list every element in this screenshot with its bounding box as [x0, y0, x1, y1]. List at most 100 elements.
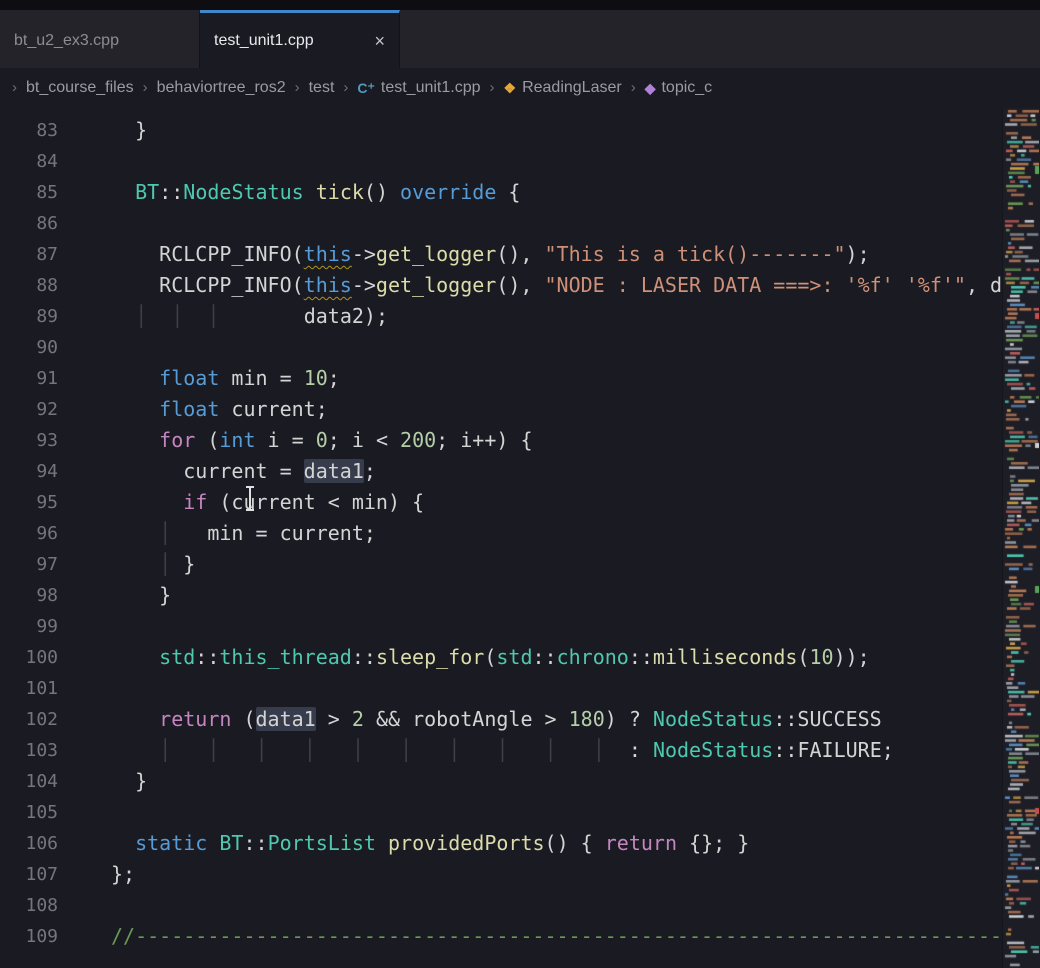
line-number: 101	[0, 673, 58, 704]
code-line-94[interactable]: 94 current = data1;	[0, 456, 1003, 487]
line-number: 87	[0, 239, 58, 270]
code-line-106[interactable]: 106 static BT::PortsList providedPorts()…	[0, 828, 1003, 859]
line-content: if (current < min) {	[111, 487, 424, 518]
chevron-right-icon: ›	[295, 79, 300, 96]
line-number: 92	[0, 394, 58, 425]
cpp-file-icon: C⁺	[357, 80, 375, 97]
code-line-105[interactable]: 105	[0, 797, 1003, 828]
line-number: 83	[0, 115, 58, 146]
code-line-97[interactable]: 97 │ }	[0, 549, 1003, 580]
code-line-87[interactable]: 87 RCLCPP_INFO(this->get_logger(), "This…	[0, 239, 1003, 270]
code-line-98[interactable]: 98 }	[0, 580, 1003, 611]
tab-close-icon[interactable]: ×	[374, 32, 385, 50]
line-content: float current;	[111, 394, 328, 425]
title-bar	[0, 0, 1040, 10]
line-number: 105	[0, 797, 58, 828]
line-content: }	[111, 766, 147, 797]
code-line-86[interactable]: 86	[0, 208, 1003, 239]
code-line-100[interactable]: 100 std::this_thread::sleep_for(std::chr…	[0, 642, 1003, 673]
line-content: float min = 10;	[111, 363, 340, 394]
line-number: 85	[0, 177, 58, 208]
chevron-right-icon: ›	[490, 79, 495, 96]
line-content: return (data1 > 2 && robotAngle > 180) ?…	[111, 704, 882, 735]
code-line-85[interactable]: 85 BT::NodeStatus tick() override {	[0, 177, 1003, 208]
line-content: │ }	[111, 549, 195, 580]
chevron-right-icon: ›	[143, 79, 148, 96]
code-line-99[interactable]: 99	[0, 611, 1003, 642]
line-number: 104	[0, 766, 58, 797]
line-number: 90	[0, 332, 58, 363]
breadcrumb-label: test	[309, 79, 335, 97]
code-line-107[interactable]: 107};	[0, 859, 1003, 890]
code-line-83[interactable]: 83 }	[0, 115, 1003, 146]
line-number: 94	[0, 456, 58, 487]
line-number: 109	[0, 921, 58, 952]
tab-label: bt_u2_ex3.cpp	[14, 32, 119, 50]
line-number: 84	[0, 146, 58, 177]
line-content: │ min = current;	[111, 518, 376, 549]
line-number: 102	[0, 704, 58, 735]
breadcrumb-item-test[interactable]: test	[309, 79, 335, 97]
line-content: }	[111, 580, 171, 611]
breadcrumb-label: test_unit1.cpp	[381, 79, 481, 97]
line-number: 106	[0, 828, 58, 859]
line-content: │ │ │ data2);	[111, 301, 388, 332]
mouse-ibeam-cursor	[249, 488, 251, 509]
line-number: 91	[0, 363, 58, 394]
tab-test_unit1.cpp[interactable]: test_unit1.cpp×	[200, 10, 400, 68]
vscode-window: bt_u2_ex3.cpptest_unit1.cpp× › bt_course…	[0, 0, 1040, 968]
symbol-method-icon: ◆	[645, 80, 656, 97]
code-line-109[interactable]: 109 //-----------------------------------…	[0, 921, 1003, 952]
code-lines[interactable]: 83 }8485 BT::NodeStatus tick() override …	[0, 108, 1003, 968]
line-content: //--------------------------------------…	[111, 921, 1003, 952]
breadcrumb-label: ReadingLaser	[522, 79, 622, 97]
breadcrumb-item-test-unit1-cpp[interactable]: C⁺ test_unit1.cpp	[357, 79, 480, 97]
code-line-102[interactable]: 102 return (data1 > 2 && robotAngle > 18…	[0, 704, 1003, 735]
chevron-right-icon: ›	[12, 79, 17, 96]
line-number: 100	[0, 642, 58, 673]
line-number: 97	[0, 549, 58, 580]
line-number: 99	[0, 611, 58, 642]
tab-bar: bt_u2_ex3.cpp test_unit1.cpp×	[0, 10, 1040, 68]
code-line-101[interactable]: 101	[0, 673, 1003, 704]
code-line-91[interactable]: 91 float min = 10;	[0, 363, 1003, 394]
code-line-93[interactable]: 93 for (int i = 0; i < 200; i++) {	[0, 425, 1003, 456]
line-number: 96	[0, 518, 58, 549]
breadcrumb-bar: › bt_course_files › behaviortree_ros2 › test…	[0, 68, 1040, 108]
chevron-right-icon: ›	[343, 79, 348, 96]
line-number: 107	[0, 859, 58, 890]
breadcrumb-label: bt_course_files	[26, 79, 134, 97]
line-content: static BT::PortsList providedPorts() { r…	[111, 828, 749, 859]
line-number: 89	[0, 301, 58, 332]
breadcrumb-item-topic-c[interactable]: ◆ topic_c	[645, 79, 712, 97]
editor[interactable]: 83 }8485 BT::NodeStatus tick() override …	[0, 108, 1040, 968]
line-content: std::this_thread::sleep_for(std::chrono:…	[111, 642, 870, 673]
code-line-95[interactable]: 95 if (current < min) {	[0, 487, 1003, 518]
chevron-right-icon: ›	[631, 79, 636, 96]
breadcrumb-label: topic_c	[661, 79, 712, 97]
code-line-108[interactable]: 108	[0, 890, 1003, 921]
breadcrumb-item-bt-course-files[interactable]: bt_course_files	[26, 79, 134, 97]
code-line-92[interactable]: 92 float current;	[0, 394, 1003, 425]
tab-bt_u2_ex3.cpp[interactable]: bt_u2_ex3.cpp	[0, 10, 200, 68]
line-content: │ │ │ │ │ │ │ │ │ │ : NodeStatus::FAILUR…	[111, 735, 894, 766]
code-line-103[interactable]: 103 │ │ │ │ │ │ │ │ │ │ : NodeStatus::FA…	[0, 735, 1003, 766]
line-number: 93	[0, 425, 58, 456]
minimap-canvas	[1004, 108, 1039, 968]
line-content: };	[111, 859, 135, 890]
line-number: 95	[0, 487, 58, 518]
breadcrumb-label: behaviortree_ros2	[157, 79, 286, 97]
code-line-84[interactable]: 84	[0, 146, 1003, 177]
line-number: 88	[0, 270, 58, 301]
line-number: 103	[0, 735, 58, 766]
code-line-88[interactable]: 88 RCLCPP_INFO(this->get_logger(), "NODE…	[0, 270, 1003, 301]
code-line-96[interactable]: 96 │ min = current;	[0, 518, 1003, 549]
breadcrumb-item-behaviortree-ros2[interactable]: behaviortree_ros2	[157, 79, 286, 97]
minimap[interactable]	[1002, 108, 1040, 968]
breadcrumb-item-readinglaser[interactable]: ❖ReadingLaser	[504, 79, 622, 97]
code-line-104[interactable]: 104 }	[0, 766, 1003, 797]
line-content: RCLCPP_INFO(this->get_logger(), "This is…	[111, 239, 870, 270]
code-line-89[interactable]: 89 │ │ │ data2);	[0, 301, 1003, 332]
line-number: 98	[0, 580, 58, 611]
code-line-90[interactable]: 90	[0, 332, 1003, 363]
